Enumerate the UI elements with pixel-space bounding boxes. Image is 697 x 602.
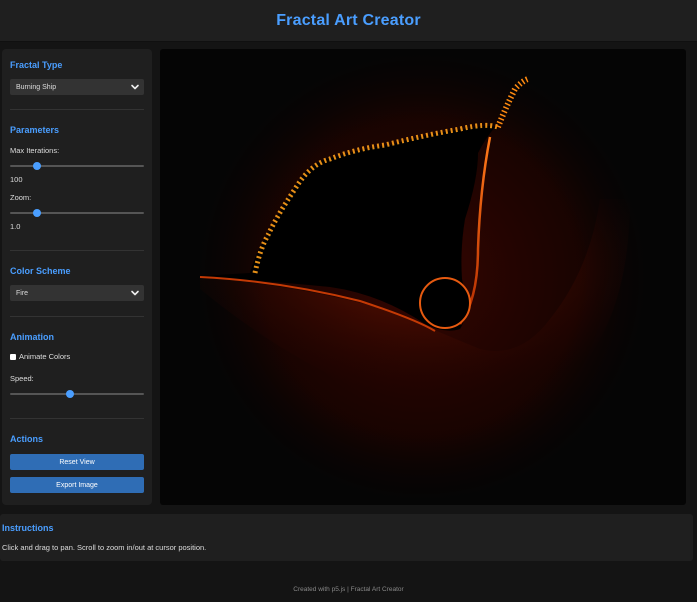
footer-text: Created with p5.js | Fractal Art Creator — [293, 586, 404, 593]
slider-thumb[interactable] — [32, 209, 41, 217]
animate-colors-checkbox[interactable] — [10, 353, 16, 360]
chevron-down-icon — [131, 84, 139, 90]
fractal-bulb — [419, 277, 471, 329]
app-header: Fractal Art Creator — [0, 0, 697, 42]
fractal-canvas[interactable] — [160, 49, 686, 505]
control-panel: Fractal Type Burning Ship Parameters Max… — [2, 49, 152, 505]
divider — [10, 316, 144, 317]
animate-colors-label: Animate Colors — [19, 352, 71, 361]
fractal-render[interactable] — [160, 49, 686, 505]
divider — [10, 250, 144, 251]
max-iterations-label: Max Iterations: — [10, 146, 60, 155]
fractal-type-select[interactable]: Burning Ship — [10, 79, 144, 95]
parameters-heading: Parameters — [10, 125, 60, 135]
page-title: Fractal Art Creator — [276, 11, 421, 29]
zoom-label: Zoom: — [10, 193, 32, 202]
reset-view-button[interactable]: Reset View — [10, 454, 144, 470]
slider-track — [10, 393, 144, 395]
color-scheme-select[interactable]: Fire — [10, 285, 144, 301]
animation-heading: Animation — [10, 332, 54, 342]
fractal-type-heading: Fractal Type — [10, 60, 63, 70]
max-iterations-value: 100 — [10, 175, 23, 184]
speed-label: Speed: — [10, 374, 34, 383]
slider-track — [10, 165, 144, 167]
divider — [10, 418, 144, 419]
fractal-type-selected: Burning Ship — [16, 83, 57, 91]
instructions-heading: Instructions — [2, 523, 54, 533]
actions-heading: Actions — [10, 434, 44, 444]
color-scheme-heading: Color Scheme — [10, 266, 71, 276]
speed-slider[interactable] — [10, 389, 144, 399]
color-scheme-selected: Fire — [16, 289, 29, 297]
divider — [10, 109, 144, 110]
slider-thumb[interactable] — [66, 390, 75, 398]
instructions-panel: Instructions Click and drag to pan. Scro… — [0, 514, 693, 561]
max-iterations-slider[interactable] — [10, 161, 144, 171]
animate-colors-toggle[interactable]: Animate Colors — [10, 352, 70, 361]
slider-thumb[interactable] — [32, 162, 41, 170]
chevron-down-icon — [131, 290, 139, 296]
zoom-slider[interactable] — [10, 208, 144, 218]
zoom-value: 1.0 — [10, 222, 21, 231]
export-image-button[interactable]: Export Image — [10, 477, 144, 493]
slider-track — [10, 212, 144, 214]
instructions-text: Click and drag to pan. Scroll to zoom in… — [2, 543, 207, 552]
